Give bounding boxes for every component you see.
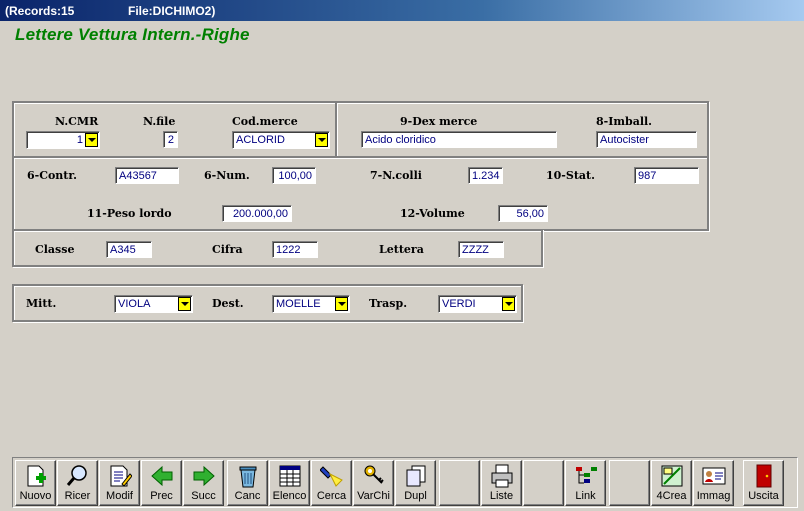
trasp-label: Trasp.	[369, 297, 408, 310]
elenco-label: Elenco	[272, 490, 307, 502]
dest-value: MOELLE	[276, 298, 321, 310]
cifra-label: Cifra	[212, 243, 243, 256]
volume-label: 12-Volume	[400, 207, 465, 220]
duplicate-icon	[406, 465, 426, 487]
peso-field[interactable]: 200.000,00	[222, 205, 292, 222]
id-card-icon	[702, 467, 726, 485]
flashlight-icon	[320, 466, 343, 487]
elenco-button[interactable]: Elenco	[269, 460, 310, 506]
edit-document-icon	[110, 465, 132, 487]
num-field[interactable]: 100,00	[272, 167, 316, 184]
printer-icon	[491, 464, 513, 488]
succ-button[interactable]: Succ	[183, 460, 224, 506]
create-tool-icon	[661, 465, 683, 487]
ncmr-label: N.CMR	[55, 115, 99, 128]
mitt-label: Mitt.	[26, 297, 57, 310]
volume-field[interactable]: 56,00	[498, 205, 548, 222]
chevron-down-icon[interactable]	[502, 297, 515, 311]
canc-label: Canc	[234, 490, 261, 502]
link-button[interactable]: Link	[565, 460, 606, 506]
classe-label: Classe	[35, 243, 75, 256]
ncolli-label: 7-N.colli	[370, 169, 422, 182]
mitt-value: VIOLA	[118, 298, 151, 310]
keys-icon	[364, 465, 384, 484]
arrow-right-icon	[193, 465, 215, 487]
contr-field[interactable]: A43567	[115, 167, 179, 184]
cerca-button[interactable]: Cerca	[311, 460, 352, 506]
dupl-label: Dupl	[404, 490, 427, 502]
crea-button[interactable]: 4Crea	[651, 460, 692, 506]
cifra-field[interactable]: 1222	[272, 241, 318, 258]
codmerce-combo[interactable]: ACLORID	[232, 131, 330, 149]
dest-label: Dest.	[212, 297, 244, 310]
nfile-label: N.file	[143, 115, 176, 128]
link-tree-icon	[576, 467, 597, 484]
codmerce-label: Cod.merce	[232, 115, 298, 128]
dest-combo[interactable]: MOELLE	[272, 295, 350, 313]
modif-button[interactable]: Modif	[99, 460, 140, 506]
dexmerce-field[interactable]: Acido cloridico	[361, 131, 557, 148]
varchi-label: VarChi	[357, 490, 390, 502]
nuovo-label: Nuovo	[19, 490, 52, 502]
ncolli-field[interactable]: 1.234	[468, 167, 503, 184]
chevron-down-icon[interactable]	[85, 133, 98, 147]
uscita-label: Uscita	[748, 490, 779, 502]
title-bar: (Records:15 File:DICHIMO2)	[0, 0, 804, 21]
lettera-field[interactable]: ZZZZ	[458, 241, 504, 258]
empty-button-3[interactable]	[609, 460, 650, 506]
trasp-combo[interactable]: VERDI	[438, 295, 517, 313]
varchi-button[interactable]: VarChi	[353, 460, 394, 506]
imball-field[interactable]: Autocister	[596, 131, 697, 148]
trasp-value: VERDI	[442, 298, 476, 310]
liste-label: Liste	[489, 490, 514, 502]
stat-label: 10-Stat.	[546, 169, 595, 182]
new-document-icon	[27, 465, 46, 487]
cerca-label: Cerca	[316, 490, 347, 502]
dupl-button[interactable]: Dupl	[395, 460, 436, 506]
records-count: (Records:15	[5, 4, 75, 18]
ncmr-combo[interactable]: 1	[26, 131, 100, 149]
ncmr-value: 1	[76, 134, 83, 146]
prec-label: Prec	[150, 490, 173, 502]
arrow-left-icon	[151, 465, 173, 487]
dexmerce-label: 9-Dex merce	[400, 115, 478, 128]
stat-field[interactable]: 987	[634, 167, 699, 184]
succ-label: Succ	[191, 490, 216, 502]
codmerce-value: ACLORID	[236, 134, 285, 146]
exit-door-icon	[756, 464, 772, 488]
chevron-down-icon[interactable]	[315, 133, 328, 147]
form-title: Lettere Vettura Intern.-Righe	[15, 25, 250, 44]
modif-label: Modif	[106, 490, 133, 502]
imball-label: 8-Imball.	[596, 115, 653, 128]
mitt-combo[interactable]: VIOLA	[114, 295, 193, 313]
uscita-button[interactable]: Uscita	[743, 460, 784, 506]
lettera-label: Lettera	[379, 243, 424, 256]
immag-button[interactable]: Immag	[693, 460, 734, 506]
peso-label: 11-Peso lordo	[87, 207, 172, 220]
chevron-down-icon[interactable]	[178, 297, 191, 311]
chevron-down-icon[interactable]	[335, 297, 348, 311]
prec-button[interactable]: Prec	[141, 460, 182, 506]
trash-icon	[239, 466, 257, 488]
table-list-icon	[279, 465, 301, 487]
ricer-button[interactable]: Ricer	[57, 460, 98, 506]
link-label: Link	[575, 490, 596, 502]
classe-field[interactable]: A345	[106, 241, 152, 258]
crea-label: 4Crea	[656, 490, 687, 502]
empty-button-2[interactable]	[523, 460, 564, 506]
liste-button[interactable]: Liste	[481, 460, 522, 506]
contr-label: 6-Contr.	[27, 169, 78, 182]
immag-label: Immag	[696, 490, 731, 502]
nfile-field[interactable]: 2	[163, 131, 178, 148]
file-name: File:DICHIMO2)	[128, 4, 216, 18]
nuovo-button[interactable]: Nuovo	[15, 460, 56, 506]
magnifier-icon	[66, 465, 87, 486]
num-label: 6-Num.	[204, 169, 250, 182]
panel-goods	[335, 101, 709, 158]
canc-button[interactable]: Canc	[227, 460, 268, 506]
ricer-label: Ricer	[64, 490, 91, 502]
empty-button-1[interactable]	[439, 460, 480, 506]
panel-identification	[12, 101, 337, 158]
